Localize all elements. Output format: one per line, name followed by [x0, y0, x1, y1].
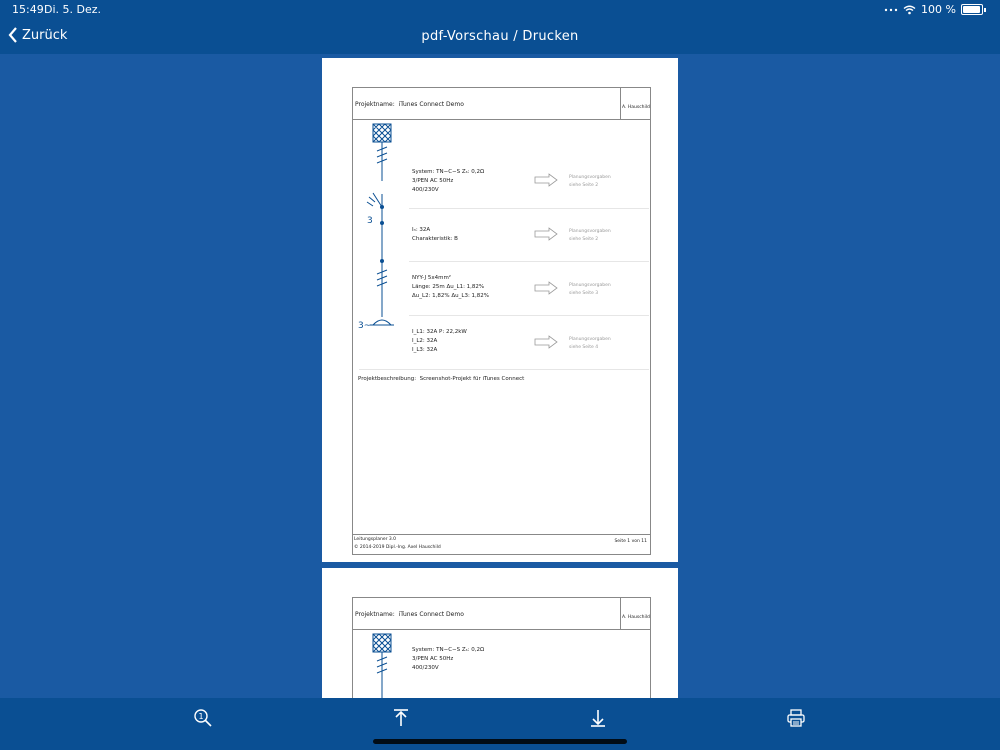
zoom-icon: 1	[194, 709, 212, 727]
scroll-to-bottom-button[interactable]	[588, 708, 608, 728]
cable-info: NYY-J 5x4mm² Länge: 25m Δu_L1: 1,82% Δu_L2…	[412, 275, 490, 299]
arrow-icon	[534, 227, 558, 241]
project-description: Projektbeschreibung: Screenshot-Projekt …	[358, 376, 525, 382]
arrow-icon	[534, 173, 558, 187]
project-name: Projektname: iTunes Connect Demo	[353, 598, 621, 629]
author: A. Hauschild	[622, 105, 650, 110]
planning-hint: Planungsvorgaben siehe Seite 2	[569, 229, 611, 242]
breaker-label: 3	[367, 216, 373, 226]
sheet-header: Projektname: iTunes Connect Demo A. Haus…	[353, 598, 650, 630]
page-title: pdf-Vorschau / Drucken	[421, 29, 579, 44]
footer-divider	[353, 534, 650, 535]
sheet-header: Projektname: iTunes Connect Demo A. Haus…	[353, 88, 650, 120]
upload-icon	[394, 709, 408, 726]
status-indicators: 100 %	[884, 3, 986, 16]
arrow-icon	[534, 335, 558, 349]
footer-copyright: © 2014-2019 Dipl.-Ing. Axel Hauschild	[354, 545, 441, 550]
battery-icon	[961, 4, 983, 15]
printer-icon	[787, 709, 805, 727]
svg-text:1: 1	[198, 712, 203, 721]
planning-hint: Planungsvorgaben siehe Seite 4	[569, 337, 611, 350]
motor-label: 3~	[358, 321, 372, 331]
status-date: Di. 5. Dez.	[44, 3, 102, 16]
zoom-button[interactable]: 1	[193, 708, 213, 728]
footer-app: Leitungsplaner 3.0	[354, 537, 397, 542]
load-info: I_L1: 32A P: 22,2kW I_L2: 32A I_L3: 32A	[412, 329, 467, 353]
planning-hint: Planungsvorgaben siehe Seite 2	[569, 175, 611, 188]
breaker-info: Iₙ: 32A Charakteristik: B	[412, 227, 458, 242]
home-indicator[interactable]	[373, 739, 627, 744]
schematic-sheet: Projektname: iTunes Connect Demo A. Haus…	[352, 597, 651, 698]
pdf-page-2: Projektname: iTunes Connect Demo A. Haus…	[322, 568, 678, 698]
divider	[409, 208, 649, 209]
schematic-sheet: Projektname: iTunes Connect Demo A. Haus…	[352, 87, 651, 555]
system-info: System: TN−C−S Zₛ: 0,2Ω 3/PEN AC 50Hz 400/…	[412, 169, 485, 193]
author: A. Hauschild	[622, 615, 650, 620]
battery-percent: 100 %	[921, 3, 956, 16]
circuit-diagram	[372, 633, 392, 698]
print-button[interactable]	[786, 708, 806, 728]
divider	[409, 315, 649, 316]
scroll-to-top-button[interactable]	[391, 708, 411, 728]
page-number: Seite 1 von 11	[614, 539, 647, 544]
dots-icon	[884, 8, 898, 11]
status-time: 15:49	[12, 3, 44, 16]
navigation-bar: 15:49 Di. 5. Dez. 100 % Zurück pdf-Vorsc…	[0, 0, 1000, 54]
project-name: Projektname: iTunes Connect Demo	[353, 88, 621, 119]
divider	[409, 261, 649, 262]
arrow-icon	[534, 281, 558, 295]
pdf-page-1: Projektname: iTunes Connect Demo A. Haus…	[322, 58, 678, 562]
system-info: System: TN−C−S Zₛ: 0,2Ω 3/PEN AC 50Hz 400/…	[412, 647, 485, 671]
divider	[359, 369, 649, 370]
circuit-diagram	[366, 123, 394, 326]
wifi-icon	[903, 5, 916, 14]
pdf-preview[interactable]: Projektname: iTunes Connect Demo A. Haus…	[0, 54, 1000, 698]
download-icon	[591, 710, 605, 727]
planning-hint: Planungsvorgaben siehe Seite 3	[569, 283, 611, 296]
